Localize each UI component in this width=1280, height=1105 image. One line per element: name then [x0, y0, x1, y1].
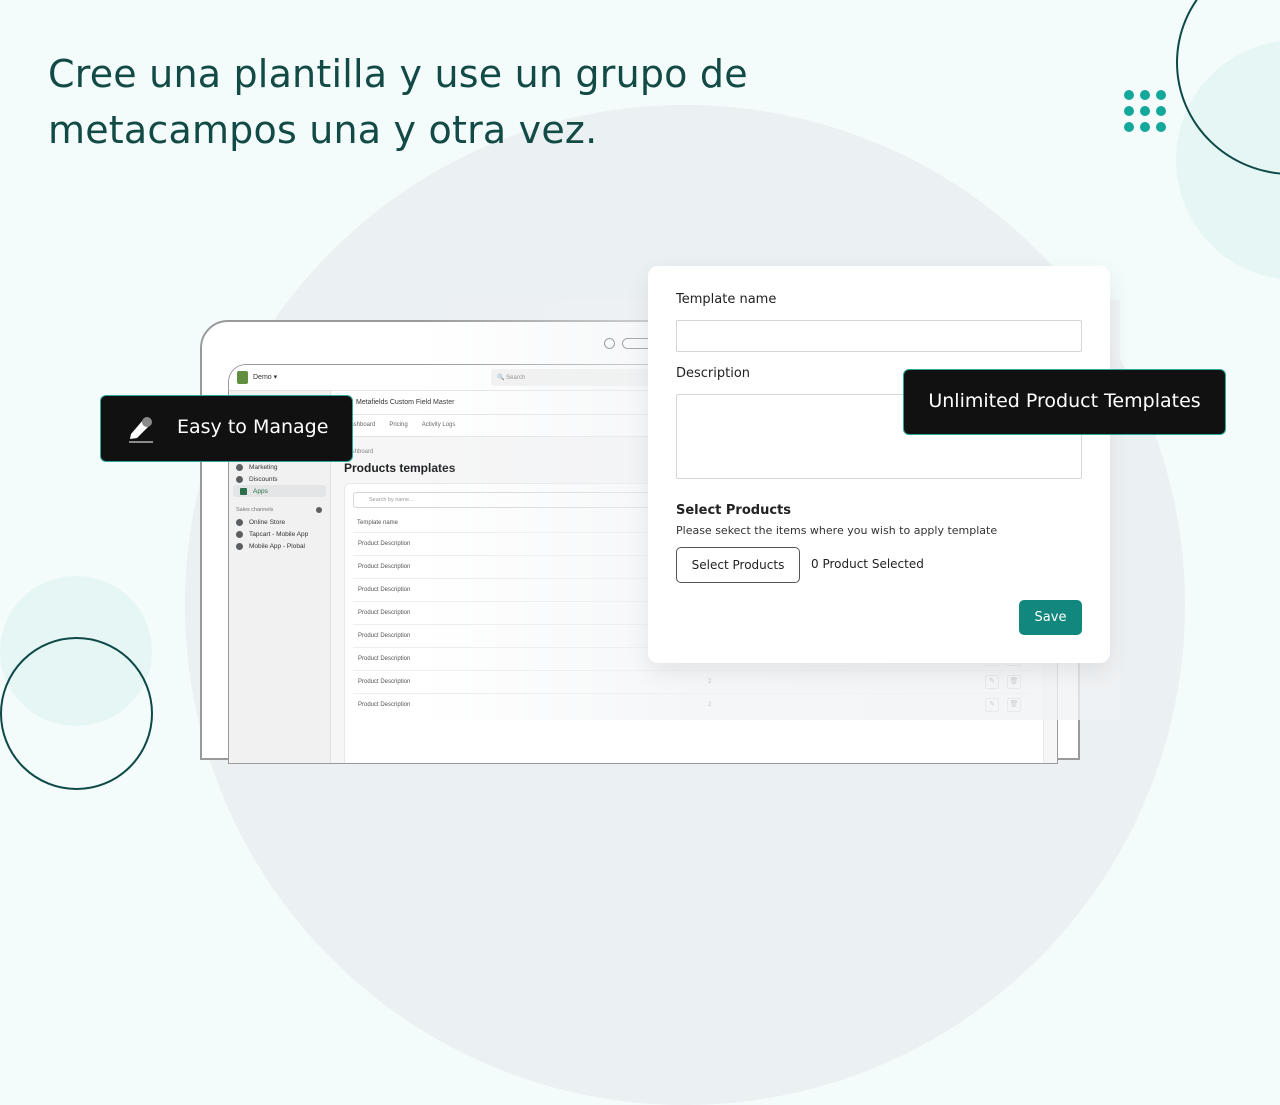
unlimited-templates-badge: Unlimited Product Templates: [903, 369, 1226, 435]
store-selector[interactable]: Demo ▾: [253, 373, 277, 381]
tab-activity-logs[interactable]: Activity Logs: [422, 422, 456, 429]
field-count-cell: 2: [708, 702, 712, 708]
admin-search-placeholder: Search: [506, 375, 526, 381]
sidebar-item-online-store[interactable]: Online Store: [229, 516, 330, 528]
discount-icon: [236, 476, 243, 483]
sales-channels-label: Sales channels: [236, 507, 274, 513]
select-products-help: Please sekect the items where you wish t…: [676, 524, 998, 537]
sidebar-item-label: Apps: [253, 488, 268, 495]
table-row[interactable]: Product Description 2 ✎ 🗑: [353, 670, 1033, 693]
decor-ring-bottom: [0, 637, 153, 790]
tab-pricing[interactable]: Pricing: [389, 422, 407, 429]
unlimited-templates-label: Unlimited Product Templates: [928, 390, 1201, 412]
template-form-panel: Template name Description Select Product…: [648, 266, 1110, 663]
template-name-cell: Product Description: [358, 702, 411, 708]
tapcart-icon: [236, 531, 243, 538]
template-name-cell: Product Description: [358, 633, 411, 639]
sidebar-item-label: Tapcart - Mobile App: [249, 531, 309, 538]
column-header-template-name: Template name: [357, 520, 399, 526]
selected-count: 0 Product Selected: [811, 557, 924, 571]
template-name-input[interactable]: [676, 320, 1082, 352]
delete-icon[interactable]: 🗑: [1007, 698, 1021, 712]
easy-to-manage-badge: Easy to Manage: [100, 395, 353, 462]
select-products-title: Select Products: [676, 503, 791, 518]
sidebar-item-discounts[interactable]: Discounts: [229, 473, 330, 485]
template-name-cell: Product Description: [358, 587, 411, 593]
edit-icon[interactable]: ✎: [985, 698, 999, 712]
headline: Cree una plantilla y use un grupo de met…: [48, 52, 748, 152]
description-label: Description: [676, 366, 751, 381]
sales-channels-heading: Sales channels: [229, 497, 330, 516]
template-name-cell: Product Description: [358, 564, 411, 570]
sidebar-item-label: Mobile App - Plobal: [249, 543, 306, 550]
field-count-cell: 2: [708, 679, 712, 685]
mobile-icon: [236, 543, 243, 550]
select-products-button[interactable]: Select Products: [676, 547, 800, 583]
delete-icon[interactable]: 🗑: [1007, 675, 1021, 689]
sidebar-item-apps[interactable]: Apps: [233, 485, 326, 497]
apps-icon: [240, 488, 247, 495]
template-name-label: Template name: [676, 292, 777, 307]
easy-to-manage-label: Easy to Manage: [177, 416, 329, 438]
sidebar-item-label: Discounts: [249, 476, 278, 483]
save-button[interactable]: Save: [1019, 600, 1082, 635]
sidebar-item-tapcart[interactable]: Tapcart - Mobile App: [229, 528, 330, 540]
decor-dot-grid: [1124, 90, 1166, 132]
sidebar-item-label: Marketing: [249, 464, 278, 471]
add-channel-icon[interactable]: [316, 507, 322, 513]
sidebar-item-label: Online Store: [249, 519, 286, 526]
pencil-icon: [129, 417, 153, 443]
sidebar-item-marketing[interactable]: Marketing: [229, 461, 330, 473]
marketing-icon: [236, 464, 243, 471]
template-name-cell: Product Description: [358, 610, 411, 616]
camera-icon: [604, 338, 615, 349]
sidebar-item-mobile-app[interactable]: Mobile App - Plobal: [229, 540, 330, 552]
template-name-cell: Product Description: [358, 679, 411, 685]
edit-icon[interactable]: ✎: [985, 675, 999, 689]
page-title: Products templates: [344, 461, 456, 475]
template-name-cell: Product Description: [358, 656, 411, 662]
table-row[interactable]: Product Description 2 ✎ 🗑: [353, 693, 1033, 716]
store-icon: [236, 519, 243, 526]
shopify-logo-icon: [237, 371, 248, 384]
template-name-cell: Product Description: [358, 541, 411, 547]
